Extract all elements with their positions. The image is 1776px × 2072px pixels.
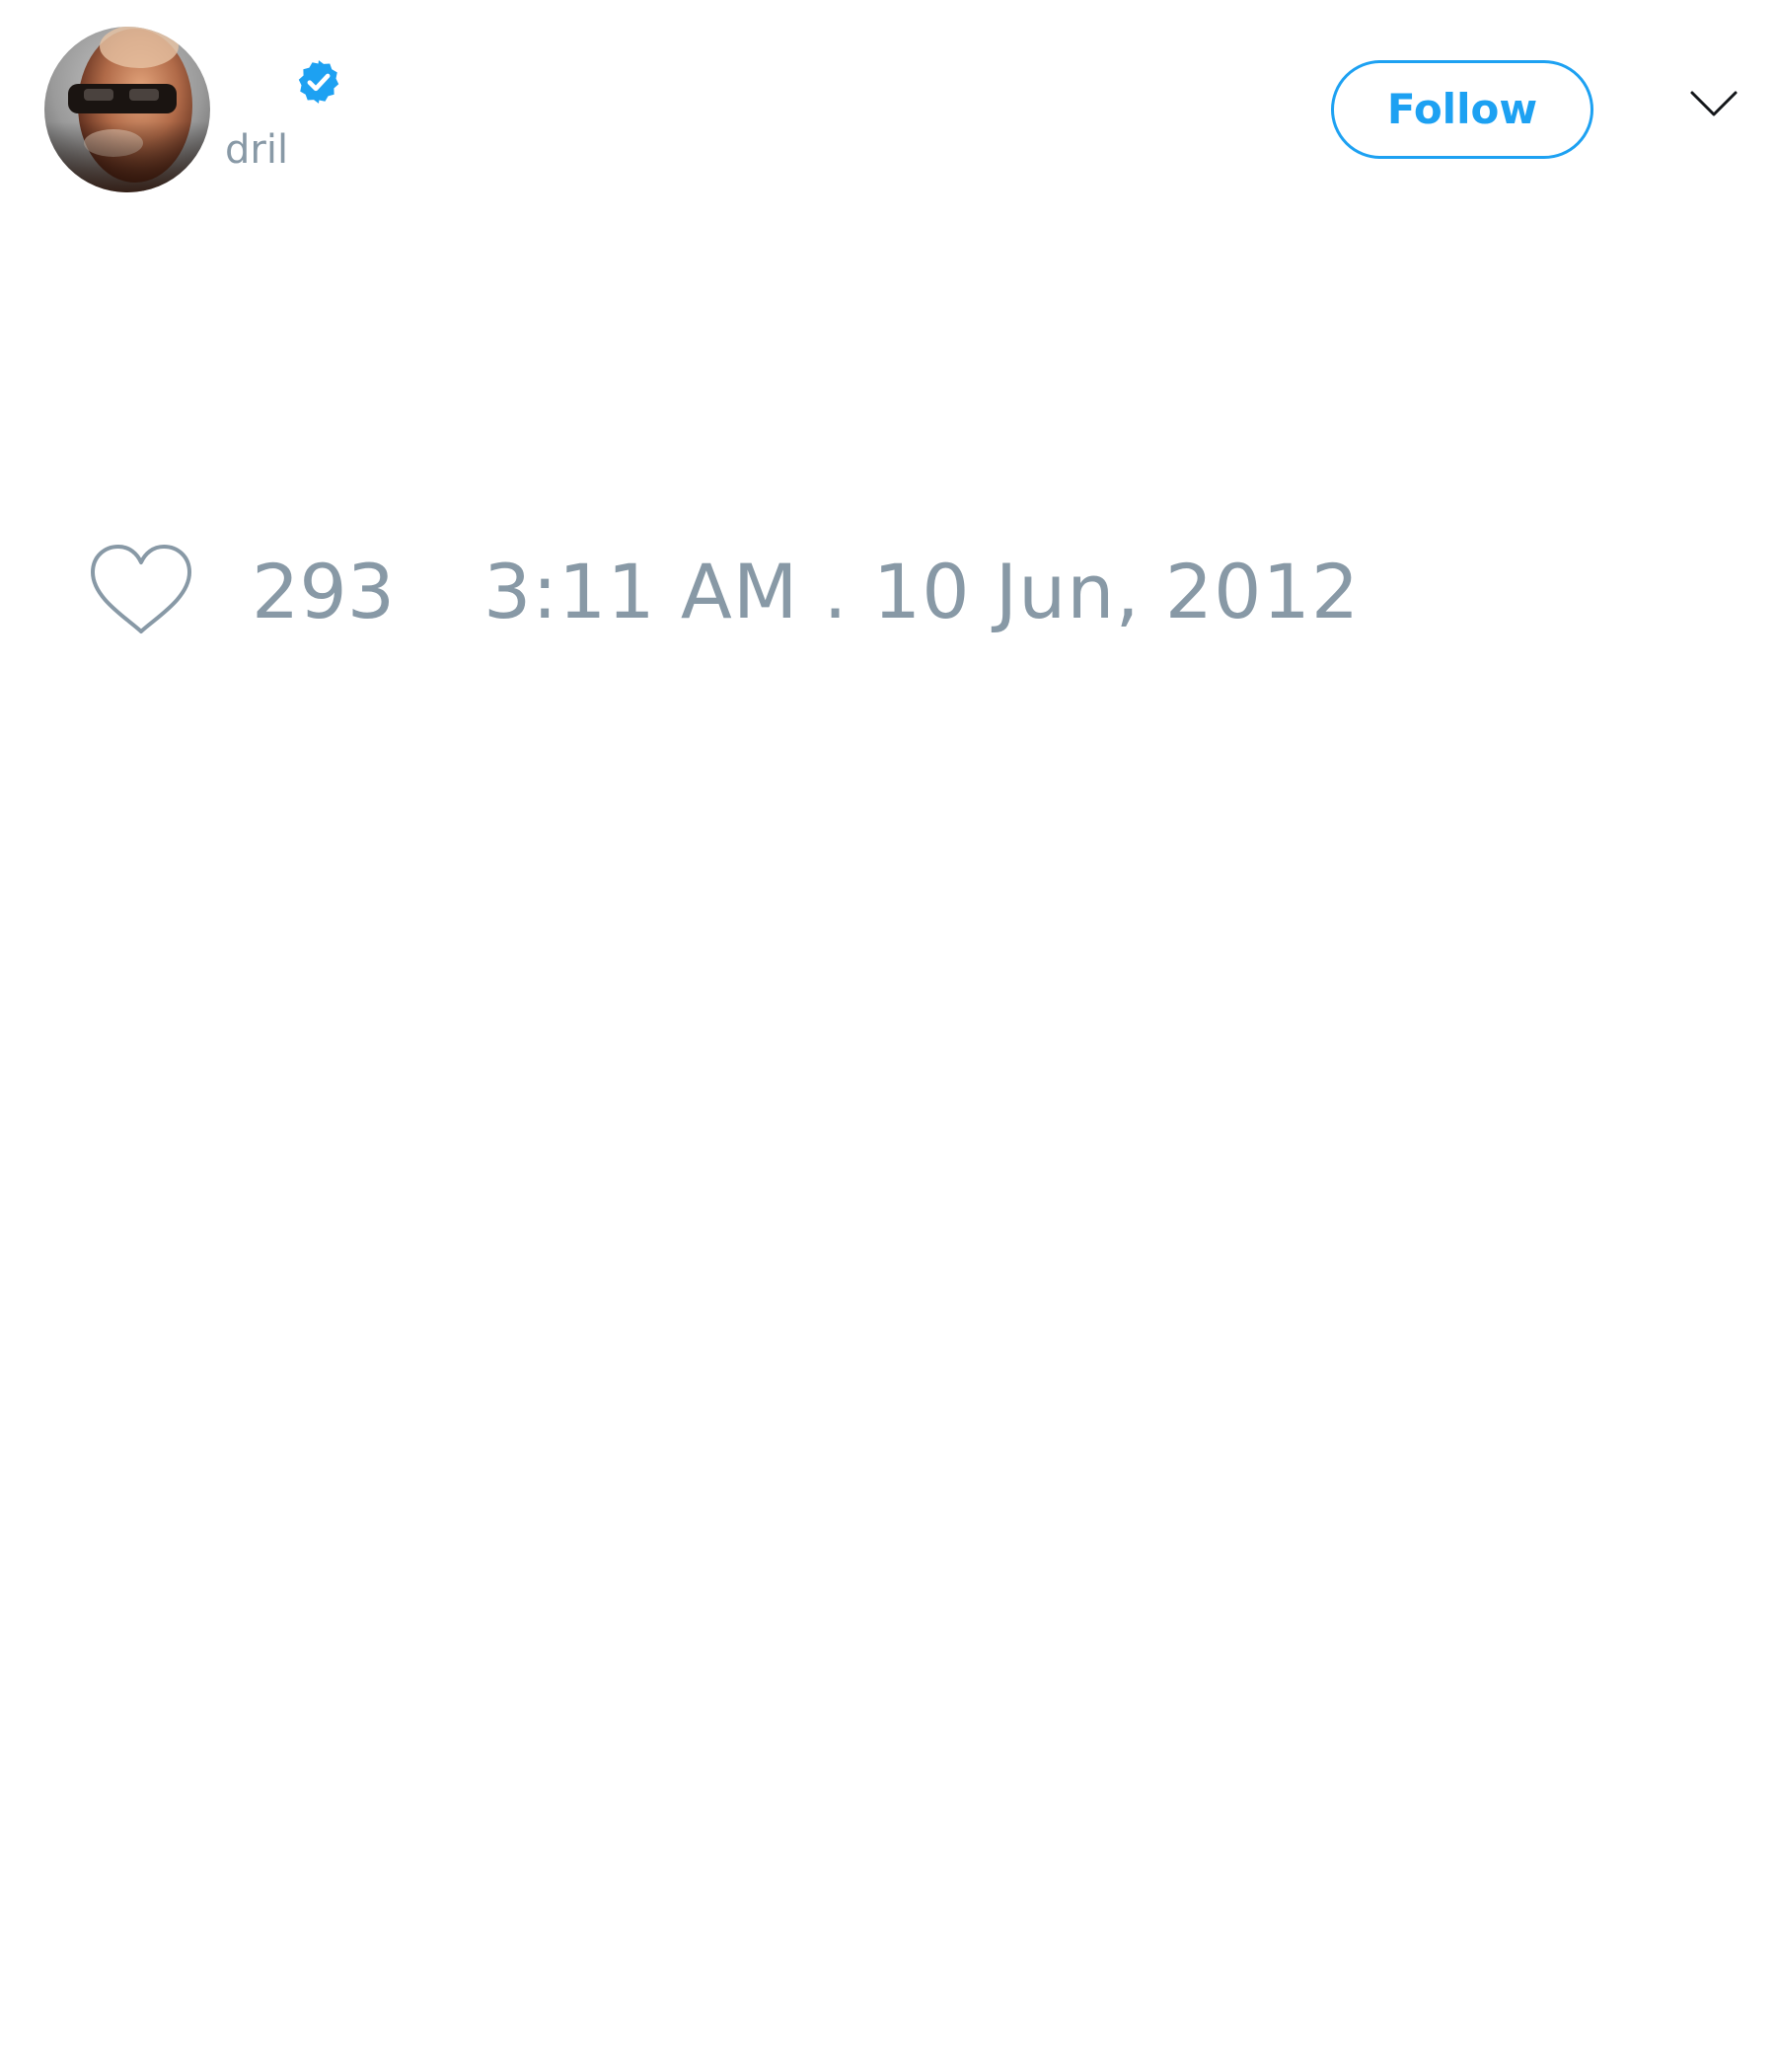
- heart-outline-icon[interactable]: [87, 541, 195, 639]
- verified-badge-icon: [298, 60, 339, 104]
- avatar[interactable]: [44, 27, 210, 192]
- user-handle[interactable]: dril: [225, 126, 288, 174]
- tweet-timestamp[interactable]: 3:11 AM . 10 Jun, 2012: [483, 548, 1360, 636]
- chevron-down-icon[interactable]: [1689, 89, 1739, 118]
- avatar-photo: [44, 27, 210, 192]
- follow-button[interactable]: Follow: [1331, 60, 1593, 159]
- like-count: 293: [252, 548, 396, 635]
